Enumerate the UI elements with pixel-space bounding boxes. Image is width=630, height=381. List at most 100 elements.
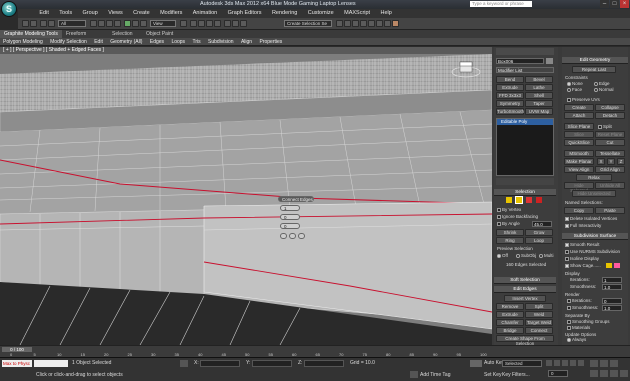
loop-button[interactable]: Loop <box>525 237 553 244</box>
next-frame-icon[interactable] <box>570 360 576 366</box>
ribbon-loops[interactable]: Loops <box>171 38 185 46</box>
rendered-frame-icon[interactable] <box>384 20 391 27</box>
reset-plane-button[interactable]: Reset Plane <box>595 131 625 138</box>
extrude-button[interactable]: Extrude <box>496 311 524 318</box>
object-name-field[interactable]: Box006 <box>496 58 544 64</box>
subdivision-surface-rollout-header[interactable]: Subdivision Surface <box>562 233 628 240</box>
edit-edges-rollout-header[interactable]: Edit Edges <box>494 286 556 293</box>
search-input[interactable]: Type a keyword or phrase <box>470 1 532 7</box>
delete-isolated-checkbox[interactable]: Delete Isolated Vertices <box>565 216 617 221</box>
goto-end-icon[interactable] <box>578 360 584 366</box>
menu-animation[interactable]: Animation <box>193 9 217 18</box>
update-always-radio[interactable]: Always <box>567 337 586 342</box>
smoothing-groups-checkbox[interactable]: Smoothing Groups <box>567 319 610 324</box>
menu-views[interactable]: Views <box>108 9 123 18</box>
angle-value-field[interactable]: 45.0 <box>532 221 552 227</box>
use-nurms-checkbox[interactable]: Use NURMS Subdivision <box>565 249 620 254</box>
border-mode-icon[interactable] <box>526 197 532 203</box>
detach-button[interactable]: Detach <box>595 112 625 119</box>
edge-mode-icon[interactable] <box>515 196 523 204</box>
orbit-icon[interactable] <box>610 370 618 377</box>
tab-selection[interactable]: Selection <box>108 30 137 38</box>
y-coord-field[interactable] <box>252 360 292 367</box>
rect-selection-icon[interactable] <box>106 20 113 27</box>
add-time-tag-button[interactable]: Add Time Tag <box>420 372 450 378</box>
split-button[interactable]: Split <box>525 303 553 310</box>
link-icon[interactable] <box>40 20 47 27</box>
tab-graphite-modeling[interactable]: Graphite Modeling Tools <box>0 30 62 38</box>
repeat-last-button[interactable]: Repeat Last <box>572 66 616 73</box>
view-align-button[interactable]: View Align <box>564 166 594 173</box>
reference-coord-select[interactable]: View <box>150 20 176 27</box>
goto-start-icon[interactable] <box>546 360 552 366</box>
mirror-icon[interactable] <box>232 20 239 27</box>
spinner-snap-icon[interactable] <box>214 20 221 27</box>
menu-tools[interactable]: Tools <box>59 9 72 18</box>
menu-help[interactable]: Help <box>380 9 391 18</box>
edit-geometry-rollout-header[interactable]: Edit Geometry <box>562 57 628 64</box>
fov-icon[interactable] <box>590 370 598 377</box>
zoom-extents-icon[interactable] <box>610 360 618 367</box>
mod-taper-button[interactable]: Taper <box>525 100 553 107</box>
mod-shell-button[interactable]: Shell <box>525 92 553 99</box>
app-logo-icon[interactable]: S <box>1 1 17 17</box>
cage-color-swatch[interactable] <box>606 263 612 268</box>
ribbon-subdivision[interactable]: Subdivision <box>208 38 234 46</box>
relax-button[interactable]: Relax <box>576 174 612 181</box>
named-selection-icon[interactable] <box>224 20 231 27</box>
stack-tools-bar[interactable] <box>496 178 554 185</box>
copy-button[interactable]: Copy <box>564 207 594 214</box>
caddy-segments-field[interactable]: 1 <box>280 205 300 211</box>
grid-align-button[interactable]: Grid Align <box>595 166 625 173</box>
caddy-pinch-field[interactable]: 0 <box>280 214 300 220</box>
render-smoothness-checkbox[interactable]: Smoothness: <box>567 305 598 310</box>
ribbon-geometry-all[interactable]: Geometry (All) <box>110 38 142 46</box>
minimize-icon[interactable]: – <box>600 0 609 8</box>
preview-subobj-radio[interactable]: SubObj <box>516 253 536 258</box>
menu-modifiers[interactable]: Modifiers <box>160 9 182 18</box>
render-iterations-checkbox[interactable]: Iterations: <box>567 298 592 303</box>
percent-snap-icon[interactable] <box>206 20 213 27</box>
collapse-button[interactable]: Collapse <box>595 104 625 111</box>
select-rotate-icon[interactable] <box>132 20 139 27</box>
paste-button[interactable]: Paste <box>595 207 625 214</box>
command-panel-tabs[interactable] <box>496 48 554 55</box>
ribbon-tris[interactable]: Tris <box>192 38 200 46</box>
pan-icon[interactable] <box>600 370 608 377</box>
close-icon[interactable]: × <box>620 0 629 8</box>
render-smoothness-field[interactable]: 1.0 <box>602 305 622 311</box>
select-by-name-icon[interactable] <box>98 20 105 27</box>
key-filters-button[interactable]: Key Filters... <box>502 372 530 378</box>
menu-maxscript[interactable]: MAXScript <box>344 9 370 18</box>
ring-button[interactable]: Ring <box>496 237 524 244</box>
zoom-icon[interactable] <box>590 360 598 367</box>
soft-selection-rollout-header[interactable]: Soft Selection <box>494 277 556 284</box>
maxscript-listener[interactable]: Max to Physc <box>2 360 32 367</box>
vertex-mode-icon[interactable] <box>506 197 512 203</box>
menu-edit[interactable]: Edit <box>39 9 48 18</box>
unlink-icon[interactable] <box>48 20 55 27</box>
isoline-display-checkbox[interactable]: Isoline Display <box>565 256 599 261</box>
x-coord-field[interactable] <box>200 360 240 367</box>
window-crossing-icon[interactable] <box>114 20 121 27</box>
mod-symmetry-button[interactable]: Symmetry <box>496 100 524 107</box>
caddy-ok-icon[interactable] <box>280 233 287 239</box>
render-icon[interactable] <box>392 20 399 27</box>
modifier-list-select[interactable]: Modifier List <box>496 67 554 73</box>
unhide-all-button[interactable]: Unhide All <box>595 182 625 189</box>
lock-selection-icon[interactable] <box>180 360 188 367</box>
ribbon-edit[interactable]: Edit <box>94 38 103 46</box>
undo-icon[interactable] <box>22 20 29 27</box>
preview-off-radio[interactable]: Off <box>497 253 508 258</box>
remove-button[interactable]: Remove <box>496 303 524 310</box>
stack-item-editable-poly[interactable]: Editable Poly <box>497 119 553 125</box>
make-planar-button[interactable]: Make Planar <box>564 158 594 165</box>
perspective-viewport[interactable]: Connect Edges 1 0 0 <box>0 54 492 345</box>
bridge-button[interactable]: Bridge <box>496 327 524 334</box>
render-iterations-field[interactable]: 0 <box>602 298 622 304</box>
select-object-icon[interactable] <box>90 20 97 27</box>
timeline[interactable]: 0 / 100 0 5 10 15 20 25 30 35 40 45 50 55 60 65 70 75 80… <box>0 345 630 357</box>
selection-filter-select[interactable]: All <box>58 20 86 27</box>
pivot-icon[interactable] <box>180 20 187 27</box>
current-frame-field[interactable]: 0 <box>548 370 568 377</box>
